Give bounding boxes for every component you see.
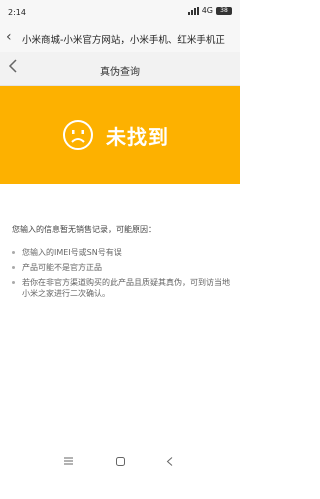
result-title: 未找到 <box>106 125 169 149</box>
network-type: 4G <box>201 6 213 15</box>
battery-icon: 38 <box>216 6 232 15</box>
bullet-icon <box>12 281 15 284</box>
status-bar: 2:14 4G 38 <box>0 0 240 24</box>
system-nav-bar <box>0 447 240 499</box>
reasons-list: 您输入的IMEI号或SN号有误 产品可能不是官方正品 若你在非官方渠道购买的此产… <box>12 247 232 299</box>
reason-text: 您输入的IMEI号或SN号有误 <box>22 248 122 257</box>
list-item: 产品可能不是官方正品 <box>12 262 232 273</box>
page-header: 真伪查询 <box>0 52 240 86</box>
reasons-intro: 您输入的信息暂无销售记录，可能原因： <box>12 225 156 234</box>
status-right: 4G 38 <box>187 6 232 15</box>
menu-icon[interactable] <box>64 457 73 468</box>
home-icon[interactable] <box>116 457 125 469</box>
signal-icon <box>187 6 199 15</box>
browser-url-bar[interactable]: ‹ 小米商城-小米官方网站，小米手机、红米手机正 <box>0 24 240 52</box>
page-title: 真伪查询 <box>100 67 140 78</box>
reasons-section: 您输入的信息暂无销售记录，可能原因： 您输入的IMEI号或SN号有误 产品可能不… <box>12 224 232 303</box>
status-time: 2:14 <box>8 8 26 17</box>
reason-text: 产品可能不是官方正品 <box>22 263 102 272</box>
sad-face-icon <box>63 120 93 150</box>
chevron-left-icon[interactable]: ‹ <box>6 29 12 45</box>
bullet-icon <box>12 251 15 254</box>
page-url-title[interactable]: 小米商城-小米官方网站，小米手机、红米手机正 <box>22 32 234 46</box>
bullet-icon <box>12 266 15 269</box>
reason-text: 若你在非官方渠道购买的此产品且质疑其真伪，可到访当地小米之家进行二次确认。 <box>22 278 230 298</box>
list-item: 您输入的IMEI号或SN号有误 <box>12 247 232 258</box>
list-item: 若你在非官方渠道购买的此产品且质疑其真伪，可到访当地小米之家进行二次确认。 <box>12 277 232 299</box>
result-banner: 未找到 <box>0 86 240 184</box>
back-icon[interactable] <box>166 457 174 469</box>
